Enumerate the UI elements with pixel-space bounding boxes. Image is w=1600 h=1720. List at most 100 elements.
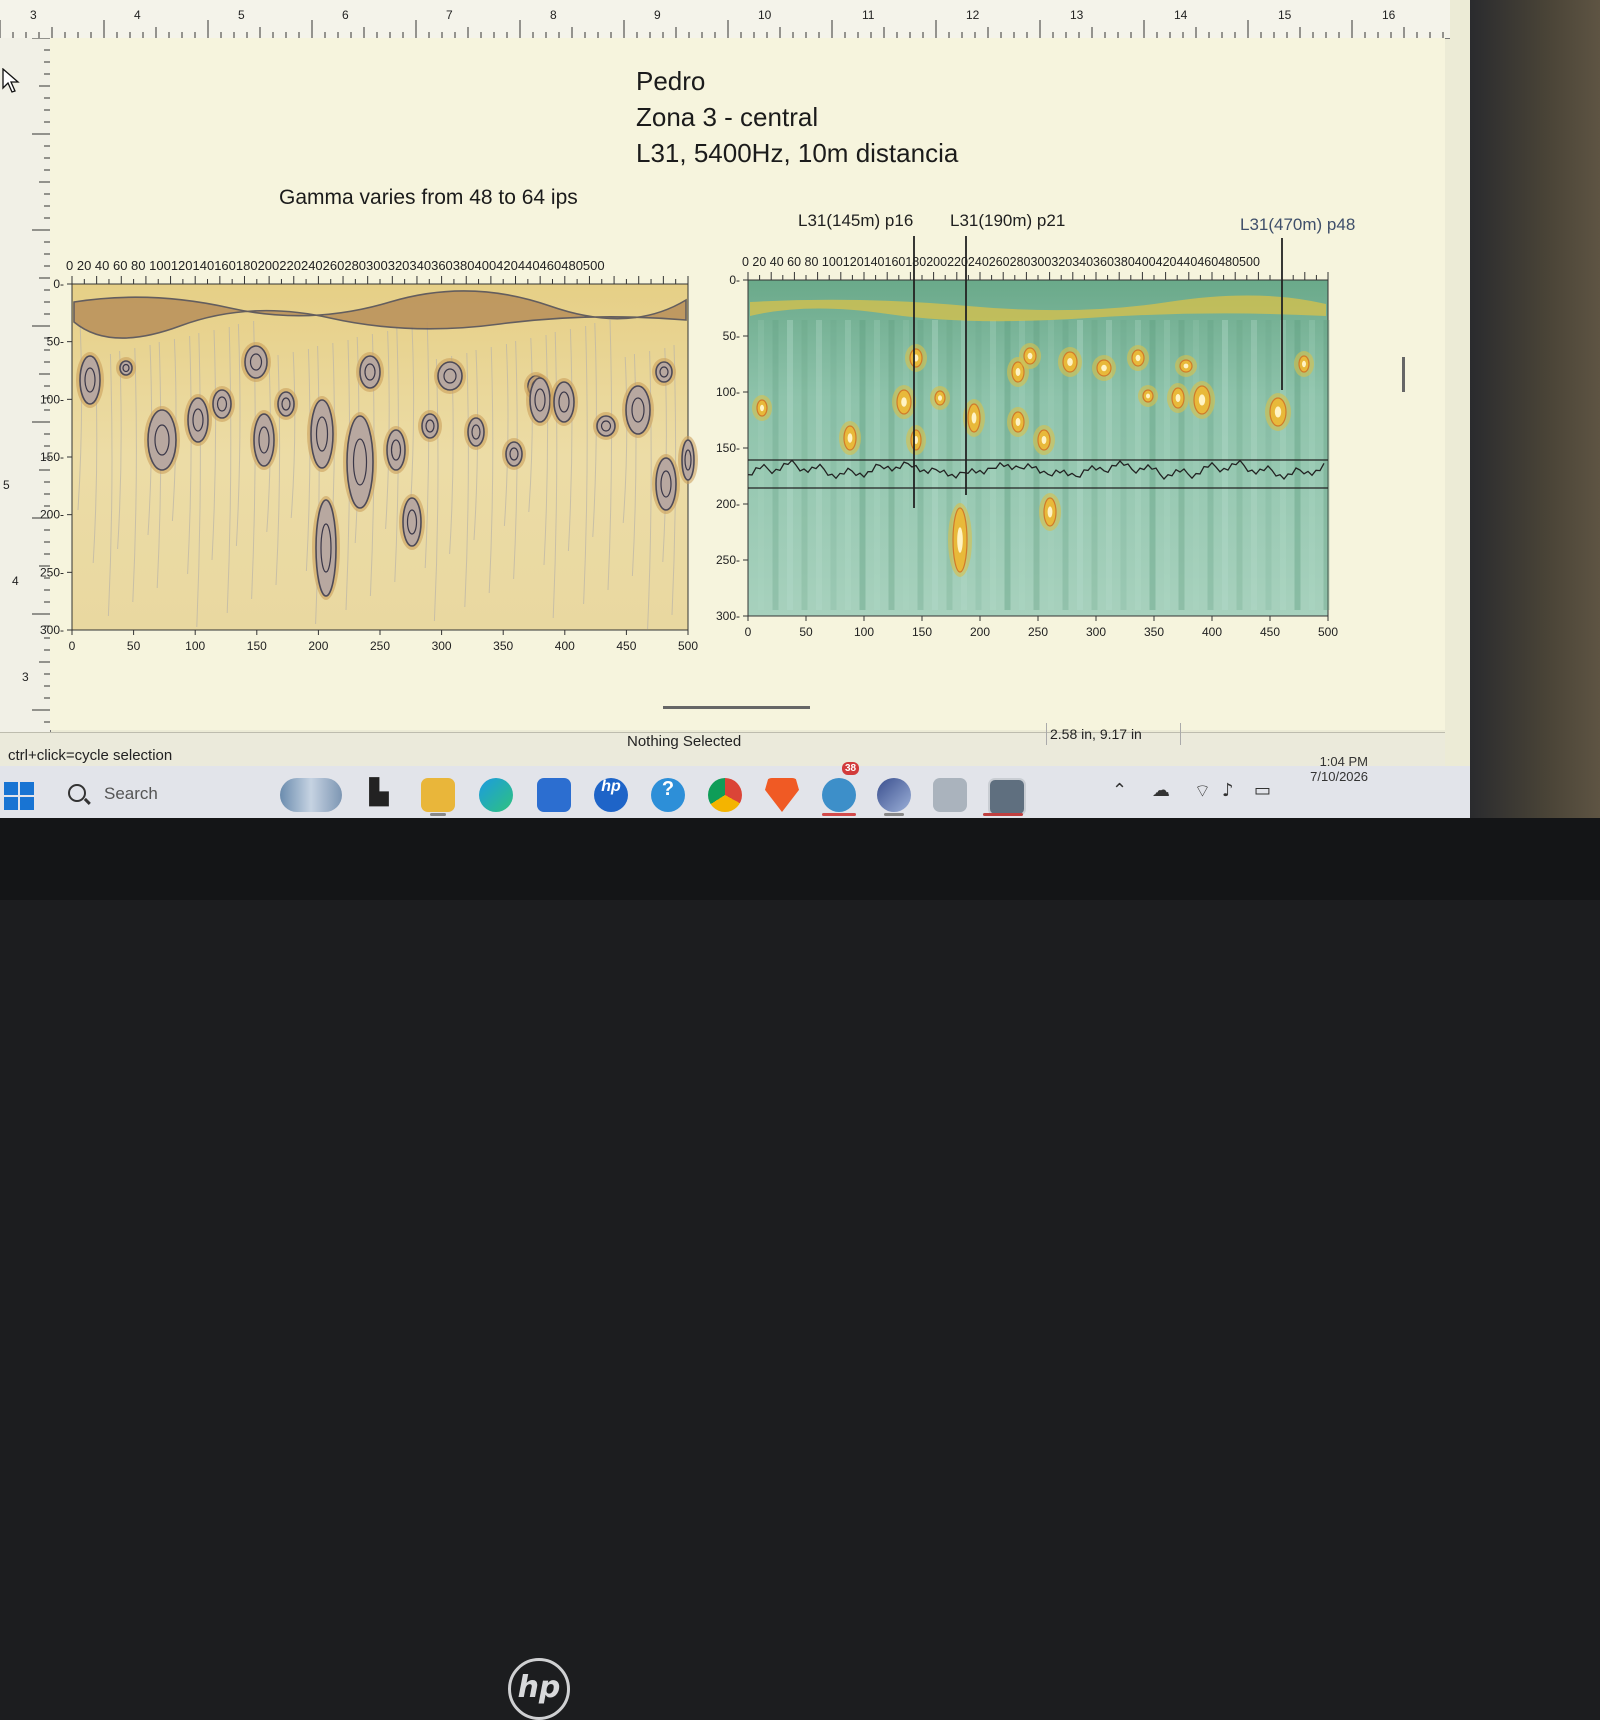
clock[interactable]: 1:04 PM 7/10/2026 (1298, 754, 1368, 784)
hp-logo-icon: hp (508, 1658, 570, 1720)
x-tick-label: 100 (854, 625, 874, 639)
x-tick-label: 0 (69, 639, 76, 653)
marker-label-470m: L31(470m) p48 (1240, 215, 1356, 234)
wifi-icon[interactable]: ⌔ (1194, 780, 1211, 803)
y-tick-label: 100- (40, 392, 64, 406)
chrome-icon[interactable] (708, 778, 742, 812)
x-tick-label: 100 (185, 639, 205, 653)
hp-icon[interactable]: hp (594, 778, 628, 812)
x-tick-label: 50 (127, 639, 141, 653)
app-icon-window[interactable] (988, 778, 1026, 816)
file-explorer-icon[interactable] (421, 778, 455, 812)
ruler-number: 16 (1382, 8, 1396, 22)
ruler-number: 6 (342, 8, 349, 22)
y-tick-label: 200- (716, 497, 740, 511)
vertical-ruler-number: 5 (3, 478, 10, 492)
ruler-ticks (0, 20, 1444, 38)
x-tick-label: 500 (1318, 625, 1338, 639)
document-survey-info: L31, 5400Hz, 10m distancia (636, 138, 959, 168)
right-gpr-color-plot[interactable]: 0 20 40 60 80 10012014016018020022024026… (708, 236, 1348, 650)
x-tick-label: 300 (1086, 625, 1106, 639)
y-tick-label: 150- (716, 441, 740, 455)
speaker-icon[interactable]: ♪ (1222, 780, 1234, 801)
laptop-screen: 3 4 5 6 7 8 9 10 11 12 13 14 15 16 5 4 3 Pedro Zona 3… (0, 0, 1470, 818)
document-title: Pedro (636, 66, 706, 96)
x-tick-label: 150 (247, 639, 267, 653)
laptop-bezel-right (1470, 0, 1600, 900)
x-tick-label: 450 (1260, 625, 1280, 639)
y-tick-label: 50- (47, 335, 64, 349)
clock-date: 7/10/2026 (1310, 769, 1368, 784)
x-tick-label: 250 (370, 639, 390, 653)
help-icon[interactable]: ? (651, 778, 685, 812)
app-icon-badge[interactable] (822, 778, 856, 812)
edge-icon[interactable] (479, 778, 513, 812)
y-tick-label: 50- (723, 329, 740, 343)
x-tick-label: 250 (1028, 625, 1048, 639)
microsoft-store-icon[interactable] (537, 778, 571, 812)
vertical-ruler-number: 4 (12, 574, 19, 588)
laptop-bezel-bottom: hp (0, 818, 1600, 1720)
x-tick-label: 50 (799, 625, 813, 639)
clock-time: 1:04 PM (1319, 754, 1368, 769)
y-tick-label: 0- (729, 273, 740, 287)
y-tick-label: 300- (40, 623, 64, 637)
app-icon-globe[interactable] (877, 778, 911, 812)
gamma-note: Gamma varies from 48 to 64 ips (279, 186, 578, 209)
y-tick-label: 250- (716, 553, 740, 567)
left-gpr-contour-plot[interactable]: 0 20 40 60 80 10012014016018020022024026… (30, 250, 710, 660)
ruler-number: 13 (1070, 8, 1084, 22)
status-hint: ctrl+click=cycle selection (8, 747, 173, 764)
ruler-number: 8 (550, 8, 557, 22)
task-view-icon[interactable]: ▙ (362, 778, 396, 812)
y-tick-label: 150- (40, 450, 64, 464)
app-icon-tool[interactable] (933, 778, 967, 812)
x-tick-label: 350 (1144, 625, 1164, 639)
selection-status: Nothing Selected (627, 733, 742, 750)
x-tick-label: 0 (745, 625, 752, 639)
ruler-number: 15 (1278, 8, 1292, 22)
notification-badge: 38 (842, 762, 860, 775)
y-tick-label: 200- (40, 508, 64, 522)
y-tick-label: 300- (716, 609, 740, 623)
x-tick-label: 400 (1202, 625, 1222, 639)
ruler-number: 14 (1174, 8, 1188, 22)
document-subtitle: Zona 3 - central (636, 102, 819, 132)
x-tick-label: 200 (308, 639, 328, 653)
ruler-number: 4 (134, 8, 141, 22)
marker-label-145m: L31(145m) p16 (798, 211, 914, 230)
battery-icon[interactable]: ▭ (1254, 780, 1271, 801)
marker-label-190m: L31(190m) p21 (950, 211, 1066, 230)
ruler-number: 12 (966, 8, 980, 22)
vertical-ruler-number: 3 (22, 670, 29, 684)
vertical-scrollbar-thumb[interactable] (1402, 357, 1405, 392)
weather-widget-icon[interactable] (280, 778, 342, 812)
y-tick-label: 250- (40, 565, 64, 579)
x-tick-label: 200 (970, 625, 990, 639)
ruler-number: 9 (654, 8, 661, 22)
ruler-number: 5 (238, 8, 245, 22)
x-tick-label: 300 (432, 639, 452, 653)
brave-icon[interactable] (765, 778, 799, 812)
cloud-off-icon[interactable]: ☁ (1152, 780, 1170, 801)
horizontal-scrollbar-thumb[interactable] (663, 706, 810, 709)
ruler-number: 10 (758, 8, 772, 22)
x-tick-label: 400 (555, 639, 575, 653)
status-bar: ctrl+click=cycle selection Nothing Selec… (0, 723, 1445, 767)
windows-start-icon[interactable] (4, 782, 36, 812)
x-tick-label: 450 (616, 639, 636, 653)
ruler-number: 3 (30, 8, 37, 22)
taskbar-search-box[interactable]: Search (60, 780, 270, 810)
x-tick-label: 350 (493, 639, 513, 653)
ruler-number: 7 (446, 8, 453, 22)
x-tick-label: 150 (912, 625, 932, 639)
mouse-cursor-icon (2, 68, 20, 93)
search-placeholder: Search (104, 784, 158, 803)
horizontal-ruler: 3 4 5 6 7 8 9 10 11 12 13 14 15 16 (0, 0, 1450, 39)
windows-taskbar: Search ▙ hp ? 38 ⌃ ☁ ⌔ ♪ ▭ 1:04 PM 7/10/… (0, 754, 1470, 818)
chevron-up-icon[interactable]: ⌃ (1112, 780, 1127, 801)
y-tick-label: 100- (716, 385, 740, 399)
left-plot-top-axis-labels: 0 20 40 60 80 10012014016018020022024026… (66, 258, 605, 273)
y-tick-label: 0- (53, 277, 64, 291)
right-plot-top-axis-labels: 0 20 40 60 80 10012014016018020022024026… (742, 255, 1260, 269)
